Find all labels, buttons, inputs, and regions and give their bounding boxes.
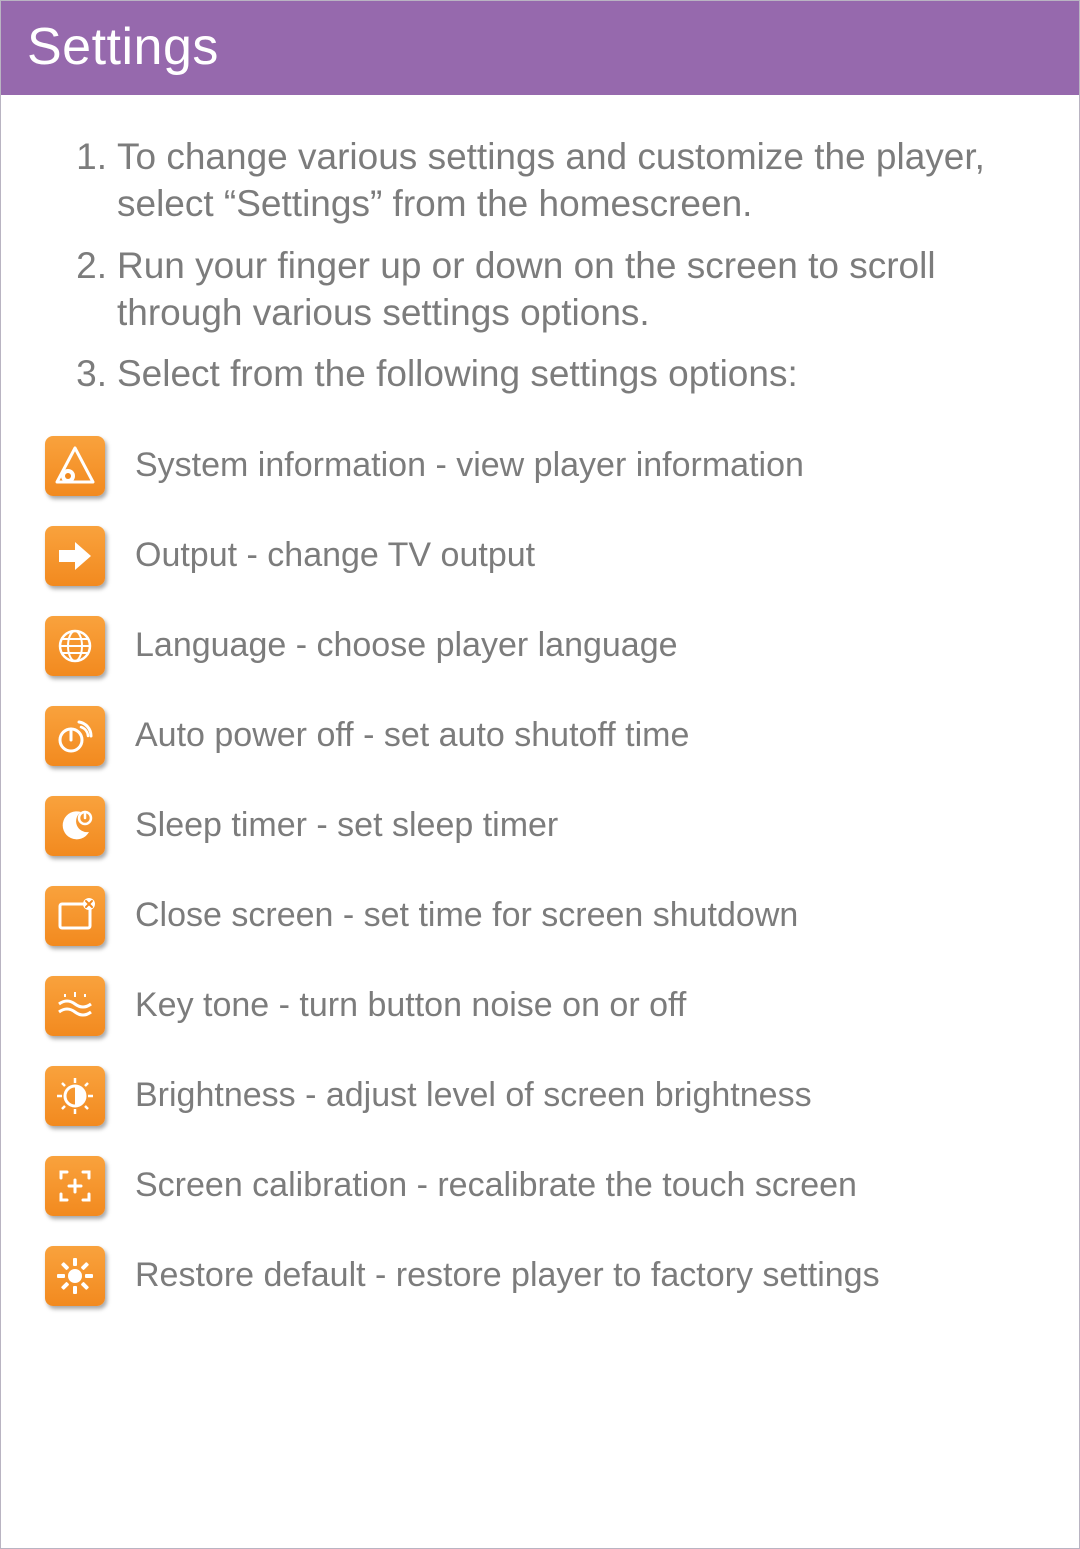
instruction-step: 1. To change various settings and custom… <box>65 133 1015 228</box>
step-number: 3. <box>65 350 117 397</box>
option-label: Key tone - turn button noise on or off <box>105 986 686 1025</box>
option-label: Language - choose player language <box>105 626 678 665</box>
options-list: System information - view player informa… <box>45 436 1035 1306</box>
option-label: Brightness - adjust level of screen brig… <box>105 1076 812 1115</box>
option-label: System information - view player informa… <box>105 446 804 485</box>
page-title: Settings <box>27 18 219 76</box>
option-label: Restore default - restore player to fact… <box>105 1256 880 1295</box>
language-icon <box>45 616 105 676</box>
list-item: System information - view player informa… <box>45 436 1035 496</box>
option-label: Sleep timer - set sleep timer <box>105 806 558 845</box>
option-label: Auto power off - set auto shutoff time <box>105 716 689 755</box>
instruction-step: 3. Select from the following settings op… <box>65 350 1015 397</box>
list-item: Close screen - set time for screen shutd… <box>45 886 1035 946</box>
settings-page: Settings 1. To change various settings a… <box>0 0 1080 1549</box>
list-item: Output - change TV output <box>45 526 1035 586</box>
instruction-list: 1. To change various settings and custom… <box>45 119 1035 436</box>
step-text: Run your finger up or down on the screen… <box>117 242 1015 337</box>
page-content: 1. To change various settings and custom… <box>1 95 1079 1360</box>
list-item: Restore default - restore player to fact… <box>45 1246 1035 1306</box>
auto-power-icon <box>45 706 105 766</box>
list-item: Screen calibration - recalibrate the tou… <box>45 1156 1035 1216</box>
brightness-icon <box>45 1066 105 1126</box>
list-item: Brightness - adjust level of screen brig… <box>45 1066 1035 1126</box>
output-icon <box>45 526 105 586</box>
option-label: Screen calibration - recalibrate the tou… <box>105 1166 857 1205</box>
list-item: Key tone - turn button noise on or off <box>45 976 1035 1036</box>
step-text: Select from the following settings optio… <box>117 350 1015 397</box>
option-label: Close screen - set time for screen shutd… <box>105 896 798 935</box>
step-number: 2. <box>65 242 117 289</box>
key-tone-icon <box>45 976 105 1036</box>
restore-icon <box>45 1246 105 1306</box>
sleep-timer-icon <box>45 796 105 856</box>
list-item: Auto power off - set auto shutoff time <box>45 706 1035 766</box>
instruction-step: 2. Run your finger up or down on the scr… <box>65 242 1015 337</box>
list-item: Sleep timer - set sleep timer <box>45 796 1035 856</box>
step-number: 1. <box>65 133 117 180</box>
calibration-icon <box>45 1156 105 1216</box>
page-header: Settings <box>1 1 1079 95</box>
list-item: Language - choose player language <box>45 616 1035 676</box>
option-label: Output - change TV output <box>105 536 535 575</box>
system-info-icon <box>45 436 105 496</box>
close-screen-icon <box>45 886 105 946</box>
step-text: To change various settings and customize… <box>117 133 1015 228</box>
